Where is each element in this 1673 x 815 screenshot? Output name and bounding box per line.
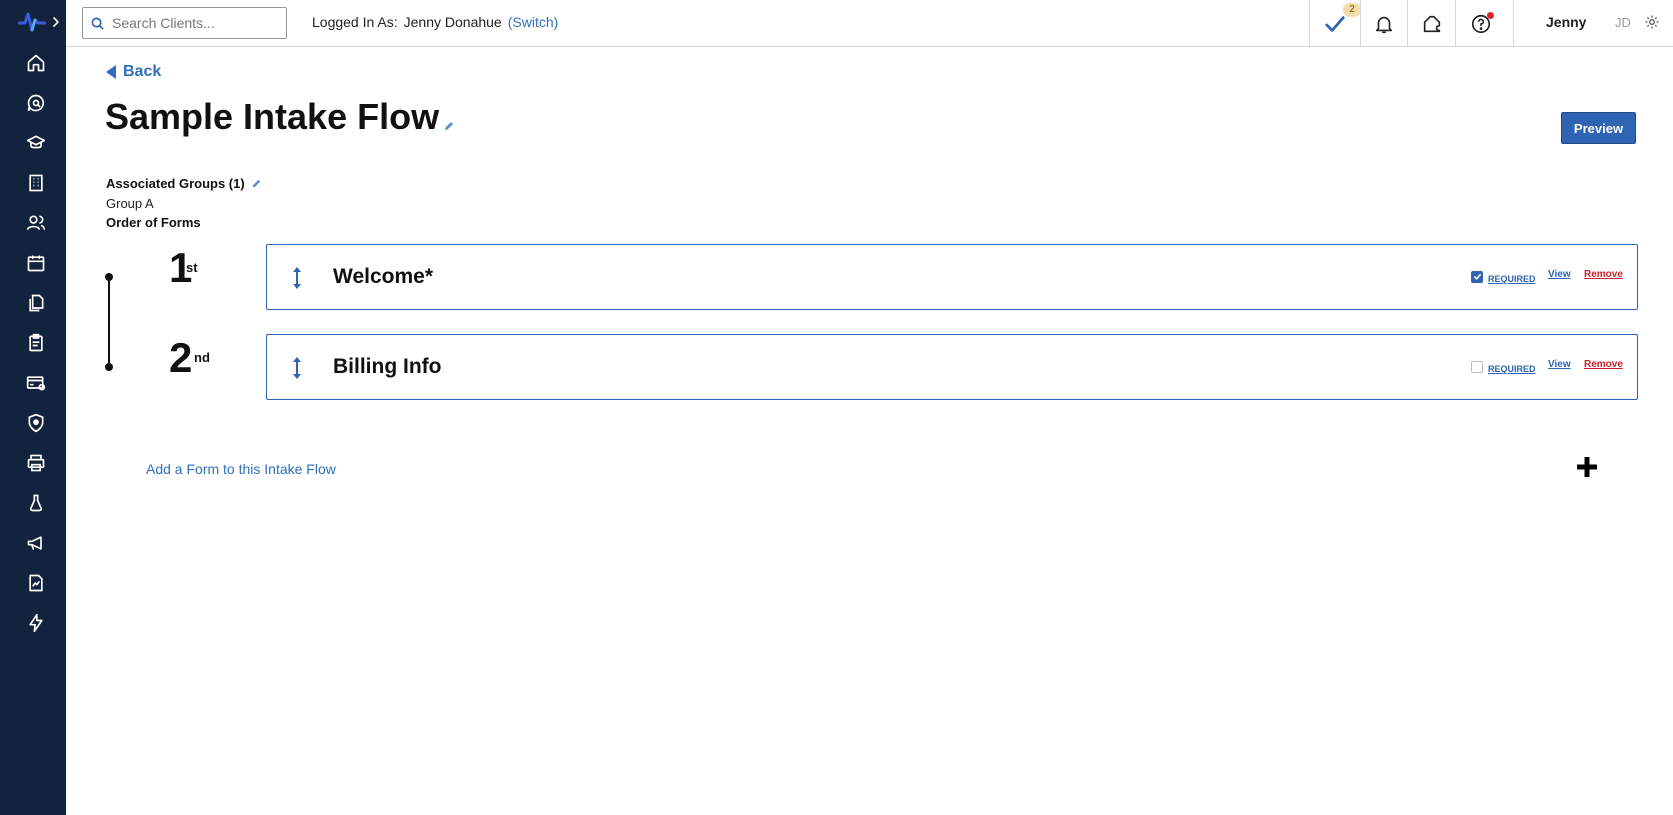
logged-in-label: Logged In As: [312,14,398,30]
drag-handle-icon[interactable] [291,267,303,289]
back-link[interactable]: Back [106,63,161,81]
checkmark-icon [1325,15,1345,32]
lightning-icon[interactable] [24,611,48,635]
form-order-number: 2 [169,334,193,381]
required-checkbox[interactable] [1471,360,1483,373]
gear-icon[interactable] [1644,14,1660,30]
notifications-button[interactable] [1360,0,1407,47]
home-icon[interactable] [24,51,48,75]
required-checkbox[interactable] [1471,270,1483,283]
back-label: Back [123,63,162,80]
form-name: Billing Info [333,355,442,378]
order-of-forms-label: Order of Forms [106,215,201,230]
timeline-line [108,277,110,367]
form-name: Welcome* [333,265,433,288]
puzzle-icon [1423,15,1440,32]
search-icon [91,17,104,30]
remove-form-link[interactable]: Remove [1584,359,1623,370]
timeline-dot [105,363,113,371]
edit-groups-pencil-icon[interactable] [251,178,262,189]
expand-sidebar-icon[interactable] [50,13,62,31]
tasks-badge: 2 [1343,3,1361,17]
tasks-button[interactable]: 2 [1309,0,1361,47]
user-menu[interactable]: Jenny JD [1513,0,1673,47]
required-toggle[interactable]: REQUIRED [1471,359,1536,374]
add-form-link[interactable]: Add a Form to this Intake Flow [146,461,336,477]
back-arrow-icon [106,65,116,79]
edit-title-pencil-icon[interactable] [443,120,455,132]
search-input[interactable] [112,15,282,31]
search-chat-icon[interactable] [24,91,48,115]
required-label[interactable]: REQUIRED [1488,274,1536,284]
form-card-welcome: Welcome* REQUIRED View Remove [266,244,1638,310]
preview-button[interactable]: Preview [1561,112,1636,144]
printer-icon[interactable] [24,451,48,475]
form-order-suffix: st [186,260,198,275]
calendar-icon[interactable] [24,251,48,275]
help-button[interactable] [1455,0,1505,47]
associated-groups: Associated Groups (1) [106,176,262,191]
logged-in-name: Jenny Donahue [403,14,502,30]
megaphone-icon[interactable] [24,531,48,555]
top-bar: Logged In As: Jenny Donahue (Switch) 2 Jen… [66,0,1673,47]
app-logo-icon[interactable] [18,10,46,34]
form-card-billing-info: Billing Info REQUIRED View Remove [266,334,1638,400]
switch-user-link[interactable]: (Switch) [508,14,559,30]
users-icon[interactable] [24,211,48,235]
clipboard-icon[interactable] [24,331,48,355]
billing-card-icon[interactable] [24,371,48,395]
required-toggle[interactable]: REQUIRED [1471,269,1536,284]
integrations-button[interactable] [1407,0,1455,47]
view-form-link[interactable]: View [1548,269,1571,280]
help-notification-dot [1487,12,1494,19]
user-initials-avatar: JD [1615,15,1631,30]
client-search[interactable] [82,7,287,39]
associated-groups-label: Associated Groups (1) [106,176,245,191]
add-form-plus-icon[interactable] [1575,455,1599,479]
report-icon[interactable] [24,571,48,595]
page-title: Sample Intake Flow [105,96,455,138]
form-order-suffix: nd [194,350,210,365]
building-icon[interactable] [24,171,48,195]
sidebar [0,0,66,815]
group-name: Group A [106,196,154,211]
documents-icon[interactable] [24,291,48,315]
bell-icon [1375,16,1393,33]
drag-handle-icon[interactable] [291,357,303,379]
flask-icon[interactable] [24,491,48,515]
required-label[interactable]: REQUIRED [1488,364,1536,374]
timeline-dot [105,273,113,281]
view-form-link[interactable]: View [1548,359,1571,370]
user-name: Jenny [1546,14,1587,30]
graduation-cap-icon[interactable] [24,131,48,155]
shield-icon[interactable] [24,411,48,435]
check-icon [1473,273,1481,280]
flow-title: Sample Intake Flow [105,96,440,137]
remove-form-link[interactable]: Remove [1584,269,1623,280]
logged-in-as: Logged In As: Jenny Donahue (Switch) [312,14,558,30]
